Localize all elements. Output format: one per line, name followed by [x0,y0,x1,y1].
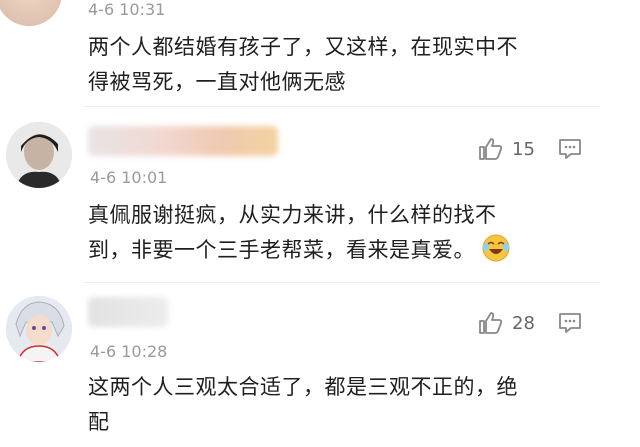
comment-time: 4-6 10:31 [88,0,166,19]
comment-bubble-icon[interactable] [558,312,582,334]
like-count: 15 [512,138,535,160]
comment-bubble-icon[interactable] [558,138,582,160]
comment-time: 4-6 10:01 [90,168,168,187]
divider [84,282,600,283]
comment-text-line: 这两个人三观太合适了，都是三观不正的，绝 [88,375,518,399]
avatar[interactable] [6,122,72,188]
comment-text-line: 到，非要一个三手老帮菜，看来是真爱。 [88,238,475,262]
comment-text-line: 配 [88,410,110,434]
comment-text: 两个人都结婚有孩子了，又这样，在现实中不 得被骂死，一直对他俩无感 [88,30,608,100]
thumbs-up-icon [479,312,503,334]
thumbs-up-icon [479,138,503,160]
username-redacted [88,297,168,327]
avatar[interactable] [6,296,72,362]
comment-text-line-wrap: 到，非要一个三手老帮菜，看来是真爱。 [88,233,608,268]
avatar-photo [6,296,72,362]
comment-time: 4-6 10:28 [90,342,168,361]
username-redacted [88,126,278,156]
like-button[interactable]: 28 [478,311,535,335]
divider [84,106,600,107]
comment-text-line: 真佩服谢挺疯，从实力来讲，什么样的找不 [88,203,497,227]
comment-text: 真佩服谢挺疯，从实力来讲，什么样的找不 到，非要一个三手老帮菜，看来是真爱。 [88,198,608,268]
comment-text: 这两个人三观太合适了，都是三观不正的，绝 配 [88,370,608,440]
like-button[interactable]: 15 [478,137,535,161]
comment-text-line: 两个人都结婚有孩子了，又这样，在现实中不 [88,35,518,59]
avatar-photo [6,122,72,188]
avatar[interactable] [0,0,62,26]
comment-text-line: 得被骂死，一直对他俩无感 [88,70,346,94]
laughing-tears-emoji [482,234,510,262]
like-count: 28 [512,312,535,334]
